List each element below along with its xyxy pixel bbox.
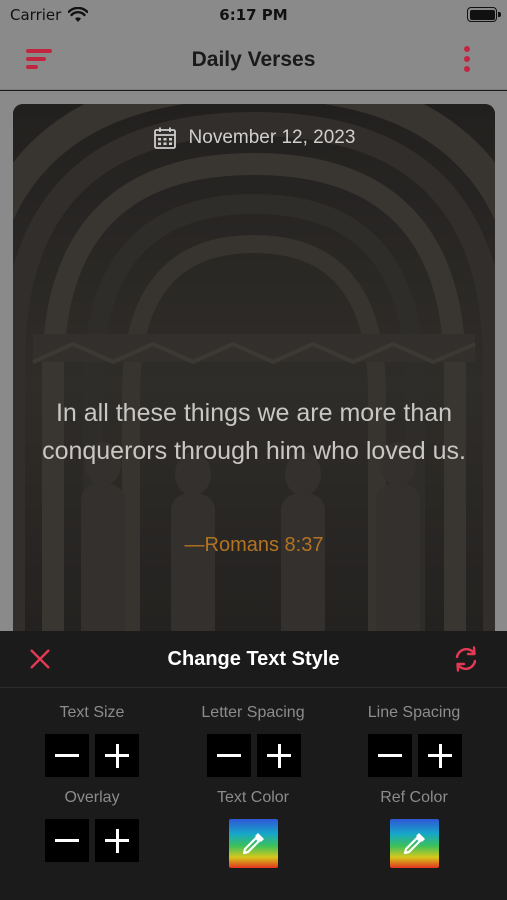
letter-spacing-stepper [207,734,301,777]
panel-header: Change Text Style [0,631,507,688]
verse-card: November 12, 2023 In all these things we… [13,104,495,664]
panel-title: Change Text Style [167,648,340,670]
verse-date: November 12, 2023 [13,126,495,150]
eyedropper-icon [242,833,264,855]
text-color-picker-button[interactable] [229,819,278,868]
text-size-increase-button[interactable] [95,734,139,777]
text-style-panel: Change Text Style Text Size Letter Spaci… [0,631,507,900]
text-color-label: Text Color [216,789,290,806]
text-size-decrease-button[interactable] [45,734,89,777]
status-time: 6:17 PM [219,6,288,24]
status-bar: Carrier 6:17 PM [0,0,507,32]
overlay-label: Overlay [64,789,120,806]
overlay-stepper [45,819,139,862]
refresh-icon[interactable] [452,645,480,673]
more-vertical-icon[interactable] [463,46,471,74]
calendar-icon [153,127,176,149]
minus-icon [217,754,241,757]
line-spacing-decrease-button[interactable] [368,734,412,777]
text-size-stepper [45,734,139,777]
minus-icon [378,754,402,757]
overlay-decrease-button[interactable] [45,819,89,862]
overlay-increase-button[interactable] [95,819,139,862]
minus-icon [55,754,79,757]
date-label: November 12, 2023 [188,127,356,148]
letter-spacing-label: Letter Spacing [201,704,305,721]
line-spacing-increase-button[interactable] [418,734,462,777]
page-title: Daily Verses [191,48,316,71]
ref-color-label: Ref Color [380,789,448,806]
battery-icon [467,7,501,22]
verse-reference: —Romans 8:37 [184,534,324,556]
text-size-label: Text Size [59,704,125,721]
letter-spacing-decrease-button[interactable] [207,734,251,777]
letter-spacing-increase-button[interactable] [257,734,301,777]
line-spacing-label: Line Spacing [367,704,461,721]
line-spacing-stepper [368,734,462,777]
ref-color-picker-button[interactable] [390,819,439,868]
minus-icon [55,839,79,842]
app-header: Daily Verses [0,32,507,90]
eyedropper-icon [403,833,425,855]
verse-text: In all these things we are more than con… [42,399,466,465]
cathedral-background-image [13,104,495,664]
